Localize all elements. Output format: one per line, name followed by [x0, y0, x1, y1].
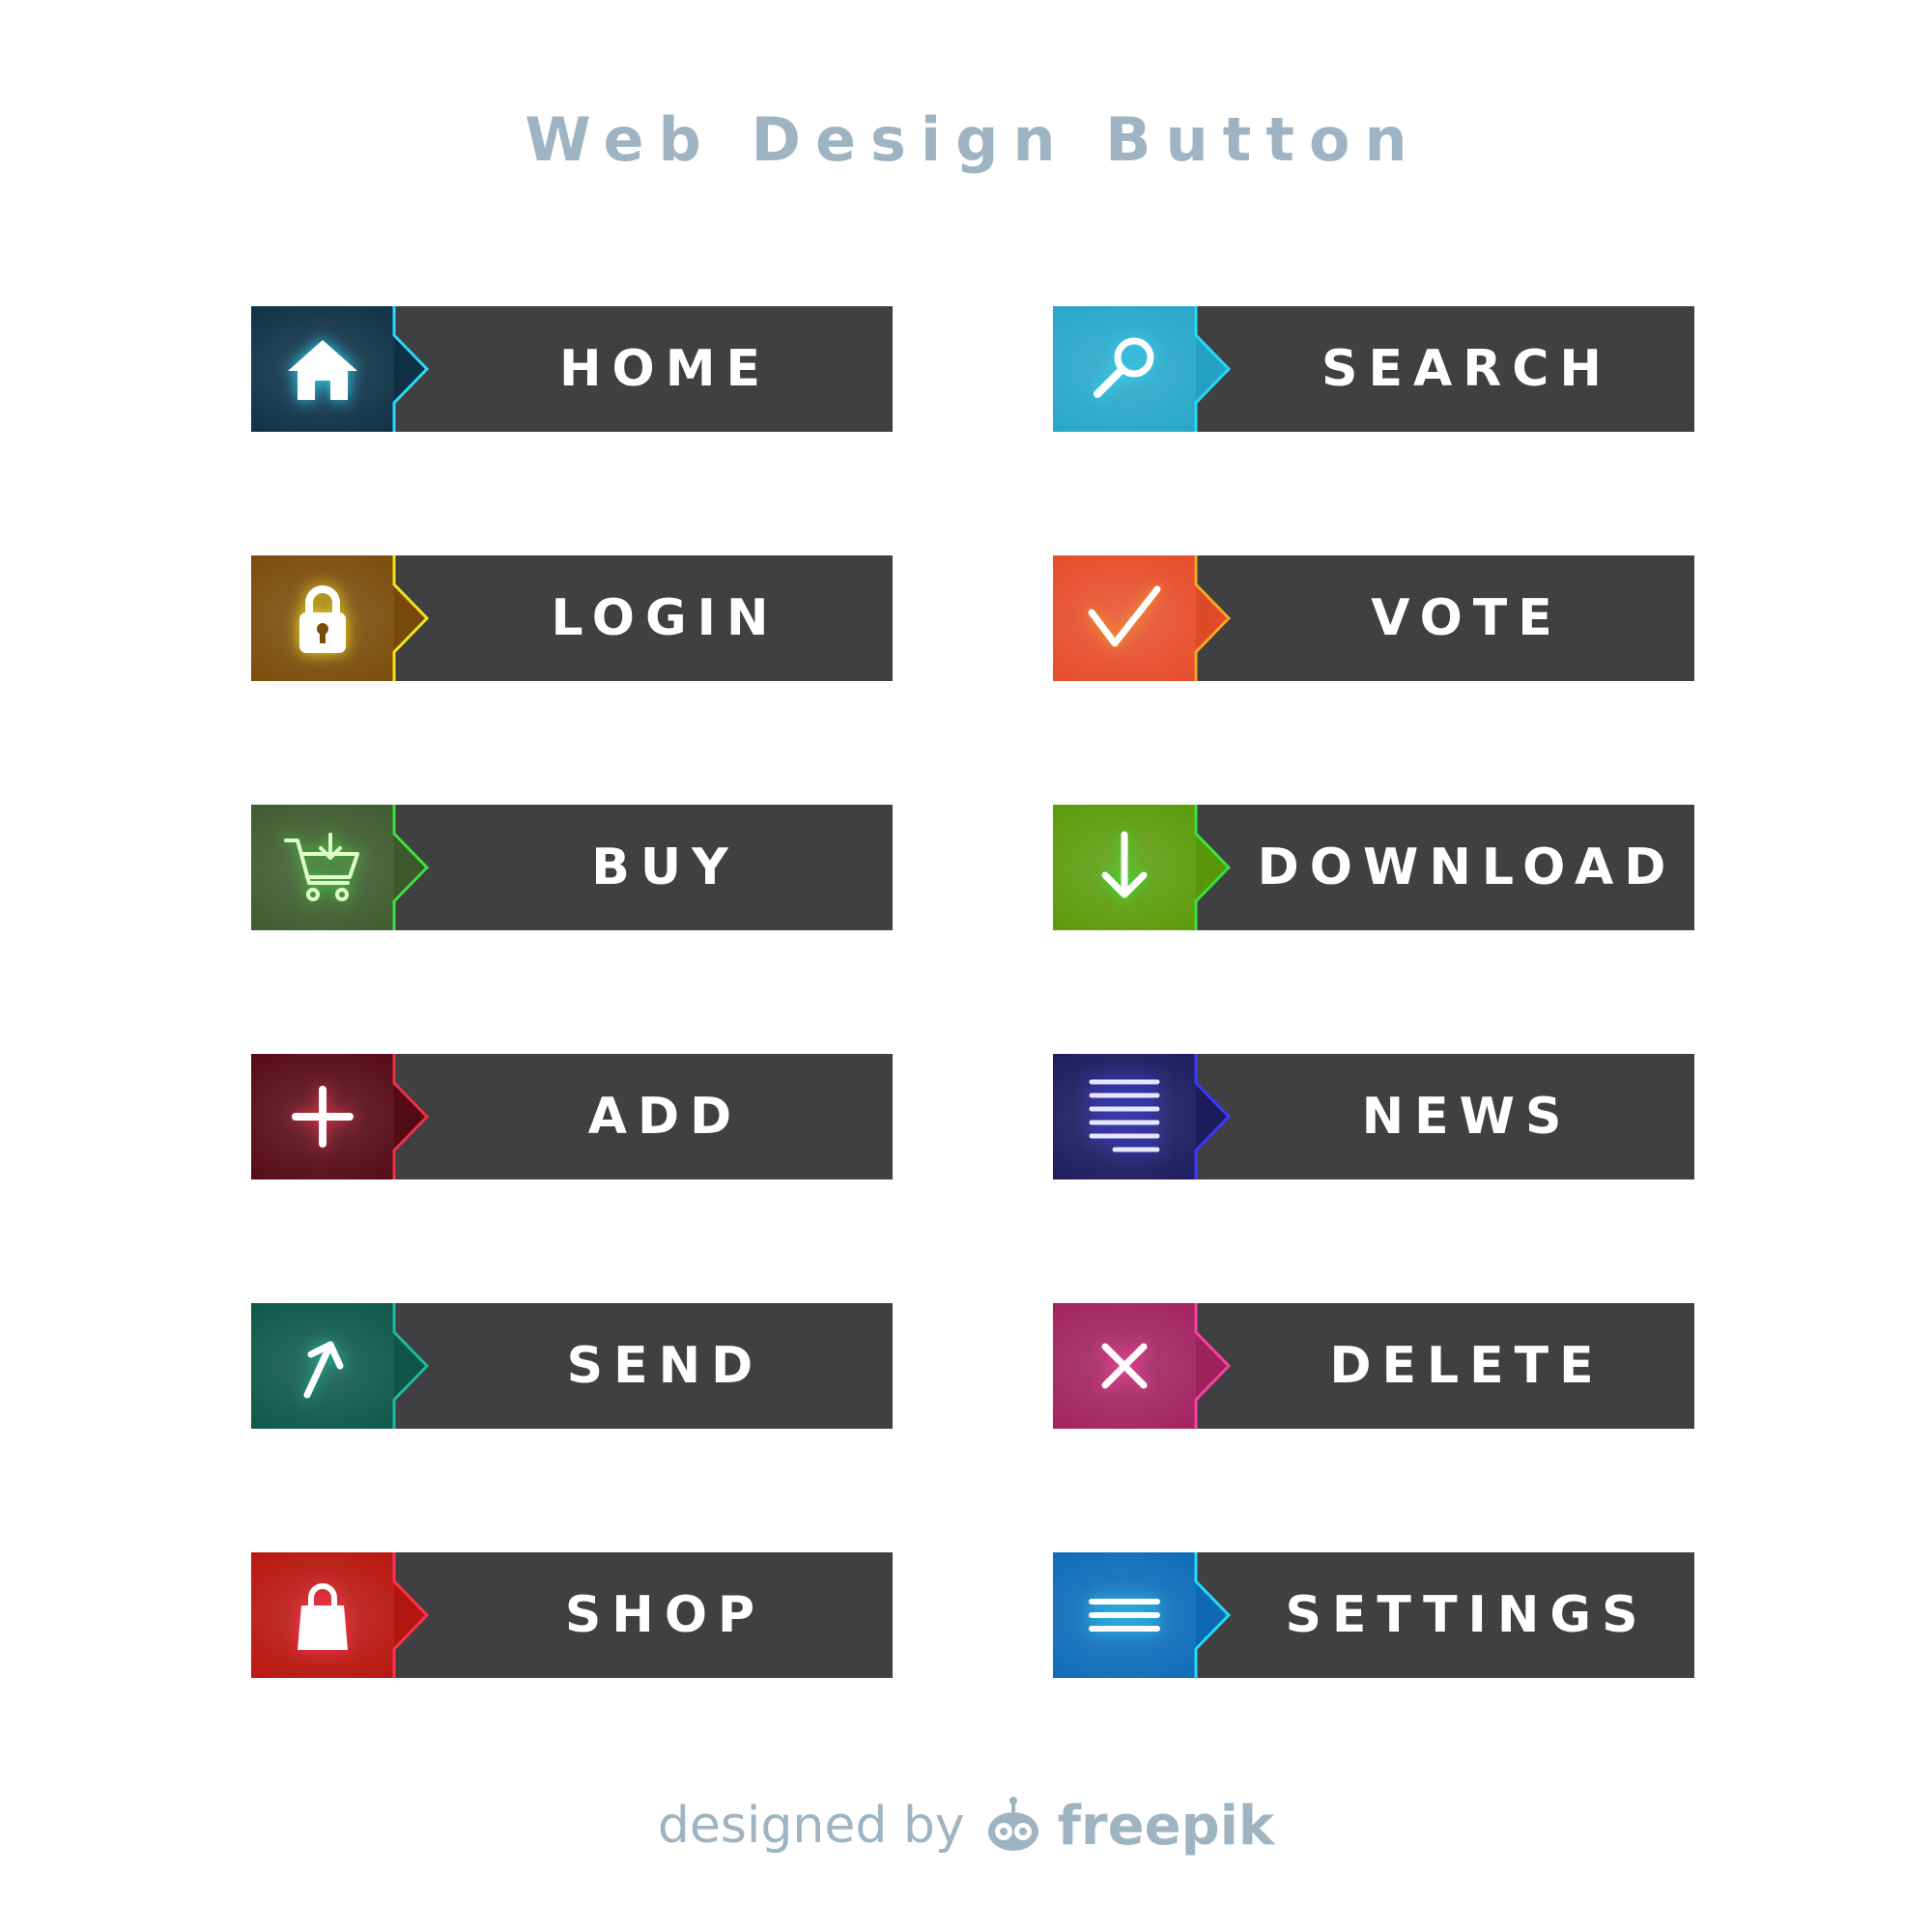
home-icon — [251, 306, 394, 432]
shopping-bag-icon — [251, 1552, 394, 1678]
add-button-label: ADD — [587, 1088, 743, 1146]
settings-button[interactable]: SETTINGS — [1053, 1552, 1694, 1678]
send-arrow-icon — [251, 1303, 394, 1429]
search-button-label: SEARCH — [1321, 340, 1612, 398]
news-button-label: NEWS — [1361, 1088, 1573, 1146]
add-button[interactable]: ADD — [251, 1054, 893, 1179]
delete-button[interactable]: DELETE — [1053, 1303, 1694, 1429]
buy-button-label: BUY — [591, 838, 739, 896]
settings-button-label: SETTINGS — [1285, 1586, 1649, 1644]
close-icon — [1053, 1303, 1196, 1429]
login-button-label: LOGIN — [551, 589, 780, 647]
footer-credit: designed by freepik — [0, 1787, 1932, 1864]
page-title: Web Design Button — [525, 104, 1422, 175]
shop-button[interactable]: SHOP — [251, 1552, 893, 1678]
delete-button-label: DELETE — [1329, 1337, 1605, 1395]
vote-button[interactable]: VOTE — [1053, 555, 1694, 681]
news-button[interactable]: NEWS — [1053, 1054, 1694, 1179]
footer-brand: freepik — [1057, 1794, 1275, 1858]
download-button-label: DOWNLOAD — [1257, 838, 1677, 896]
menu-icon — [1053, 1552, 1196, 1678]
cart-icon — [251, 805, 394, 930]
news-lines-icon — [1053, 1054, 1196, 1179]
login-button[interactable]: LOGIN — [251, 555, 893, 681]
download-button[interactable]: DOWNLOAD — [1053, 805, 1694, 930]
checkmark-icon — [1053, 555, 1196, 681]
home-button[interactable]: HOME — [251, 306, 893, 432]
shop-button-label: SHOP — [564, 1586, 766, 1644]
lock-icon — [251, 555, 394, 681]
search-icon — [1053, 306, 1196, 432]
send-button[interactable]: SEND — [251, 1303, 893, 1429]
plus-icon — [251, 1054, 394, 1179]
footer-designed-by: designed by — [657, 1797, 965, 1855]
buy-button[interactable]: BUY — [251, 805, 893, 930]
download-arrow-icon — [1053, 805, 1196, 930]
vote-button-label: VOTE — [1371, 589, 1563, 647]
home-button-label: HOME — [559, 340, 771, 398]
search-button[interactable]: SEARCH — [1053, 306, 1694, 432]
freepik-logo-icon — [987, 1797, 1038, 1851]
send-button-label: SEND — [566, 1337, 764, 1395]
